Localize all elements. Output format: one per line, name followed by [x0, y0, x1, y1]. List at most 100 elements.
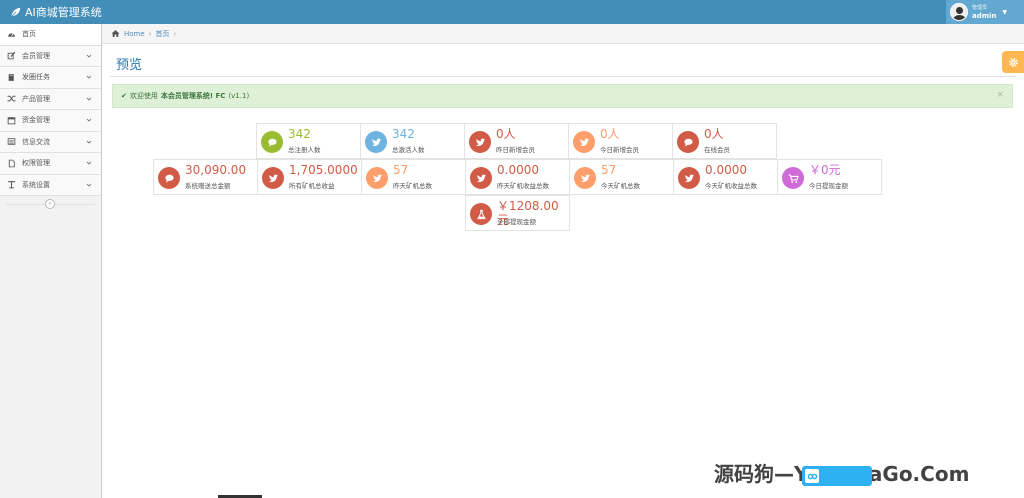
sidebar-item-label: 系统设置 [22, 180, 50, 189]
stat-label: 昨天矿机总数 [393, 182, 432, 190]
cart-icon [782, 167, 804, 189]
sidebar-item-3[interactable]: 产品管理 [0, 88, 101, 110]
sidebar-item-2[interactable]: 发圈任务 [0, 67, 101, 89]
nav-list: 首页会员管理发圈任务产品管理资金管理信息交流权限管理系统设置 [0, 24, 101, 196]
stat-box: 0人昨日新增会员 [464, 123, 569, 159]
stat-label: 昨天矿机收益总数 [497, 182, 549, 190]
sidebar-collapse: « [0, 196, 101, 212]
caret-down-icon: ▼ [1002, 8, 1008, 16]
stat-label: 全部提现金额 [497, 218, 536, 226]
sidebar-item-4[interactable]: 资金管理 [0, 110, 101, 132]
twitter-icon [262, 167, 284, 189]
stat-box: 57 昨天矿机总数 [361, 159, 466, 195]
stat-value: 0人 [704, 127, 724, 141]
sidebar-item-label: 发圈任务 [22, 73, 50, 82]
alert-prefix: 欢迎使用 [129, 92, 158, 100]
user-menu[interactable]: 管理员 admin ▼ [946, 0, 1024, 24]
file-icon [7, 159, 16, 168]
flask-icon [470, 203, 492, 225]
stat-label: 系统赠送总金额 [185, 182, 231, 190]
settings-button[interactable] [1002, 51, 1024, 73]
dashboard-icon [7, 30, 16, 39]
stat-value: 57 [393, 163, 409, 177]
main-content: Home › 首页 › 预览 ✔ 欢迎使用 本会员管理系统! FC (v1.1) … [102, 24, 1024, 498]
stat-value: 0.0000 [705, 163, 747, 177]
stat-box: 0人 今日新增会员 [568, 123, 673, 159]
twitter-icon [573, 131, 595, 153]
comments-icon [158, 167, 180, 189]
page-title: 预览 [116, 58, 143, 73]
sidebar-item-label: 资金管理 [22, 116, 50, 125]
gear-icon [1008, 57, 1018, 67]
stat-value: 0.0000 [497, 163, 539, 177]
chevron-down-icon [86, 75, 92, 79]
stat-value: 0人 [496, 127, 516, 141]
stat-box: 342 总激活人数 [360, 123, 465, 159]
sidebar: 首页会员管理发圈任务产品管理资金管理信息交流权限管理系统设置 « [0, 24, 102, 498]
page-header: 预览 [110, 51, 1016, 77]
calendar-icon [7, 116, 16, 125]
twitter-icon [365, 131, 387, 153]
twitter-icon [574, 167, 596, 189]
sidebar-item-label: 信息交流 [22, 137, 50, 146]
twitter-icon [678, 167, 700, 189]
stat-box: ￥1208.00元 全部提现金额 [465, 195, 570, 231]
sidebar-item-7[interactable]: 系统设置 [0, 174, 101, 196]
stat-value: 1,705.0000 [289, 163, 358, 177]
stat-box: 57 今天矿机总数 [569, 159, 674, 195]
check-icon: ✔ [121, 92, 127, 100]
breadcrumb-separator: › [148, 29, 152, 38]
brand[interactable]: AI商城管理系统 [10, 4, 102, 20]
user-name: admin [972, 12, 997, 20]
stat-label: 所有矿机总收益 [289, 182, 335, 190]
comments-icon [261, 131, 283, 153]
sidebar-item-1[interactable]: 会员管理 [0, 45, 101, 67]
text-icon [7, 180, 16, 189]
stat-box: 0人在线会员 [672, 123, 777, 159]
stat-value: 342 [288, 127, 311, 141]
sidebar-item-0[interactable]: 首页 [0, 24, 101, 46]
breadcrumb-separator: › [173, 29, 177, 38]
brand-title: AI商城管理系统 [25, 6, 102, 19]
stat-box: 0.0000 今天矿机收益总数 [673, 159, 778, 195]
sidebar-item-label: 首页 [22, 30, 36, 39]
home-icon [111, 30, 120, 37]
chevron-down-icon [86, 97, 92, 101]
twitter-icon [366, 167, 388, 189]
welcome-alert: ✔ 欢迎使用 本会员管理系统! FC (v1.1) × [112, 84, 1013, 108]
stat-box: 342 总注册人数 [256, 123, 361, 159]
stat-value: 30,090.00 [185, 163, 247, 177]
avatar [950, 3, 968, 21]
alert-version: (v1.1) [228, 92, 250, 100]
stat-box: 1,705.0000 所有矿机总收益 [257, 159, 362, 195]
sidebar-item-label: 产品管理 [22, 94, 50, 103]
book-icon [7, 73, 16, 82]
collapse-icon[interactable]: « [45, 199, 55, 209]
breadcrumb-home[interactable]: Home [124, 30, 145, 38]
stat-box: ￥0元 今日提现金额 [777, 159, 882, 195]
sidebar-item-label: 权限管理 [22, 159, 50, 168]
chevron-down-icon [86, 161, 92, 165]
shuffle-icon [7, 94, 16, 103]
user-info: 管理员 admin [972, 4, 996, 20]
sidebar-item-6[interactable]: 权限管理 [0, 153, 101, 175]
stat-label: 在线会员 [704, 146, 730, 154]
stat-box: 30,090.00 系统赠送总金额 [153, 159, 258, 195]
close-icon[interactable]: × [996, 90, 1004, 100]
chevron-down-icon [86, 118, 92, 122]
stat-value: 0人 [600, 127, 620, 141]
chat-widget[interactable] [802, 466, 872, 486]
chat-icon [805, 469, 819, 483]
stat-value: 57 [601, 163, 617, 177]
stat-value: 342 [392, 127, 415, 141]
sidebar-item-5[interactable]: 信息交流 [0, 131, 101, 153]
chevron-down-icon [86, 183, 92, 187]
chevron-down-icon [86, 140, 92, 144]
stat-value: ￥0元 [809, 163, 841, 177]
twitter-icon [469, 131, 491, 153]
breadcrumb-current[interactable]: 首页 [155, 29, 169, 39]
alert-highlight: 本会员管理系统! FC [160, 92, 226, 100]
stat-label: 总注册人数 [288, 146, 321, 154]
stat-label: 总激活人数 [392, 146, 425, 154]
stat-label: 昨日新增会员 [496, 146, 535, 154]
